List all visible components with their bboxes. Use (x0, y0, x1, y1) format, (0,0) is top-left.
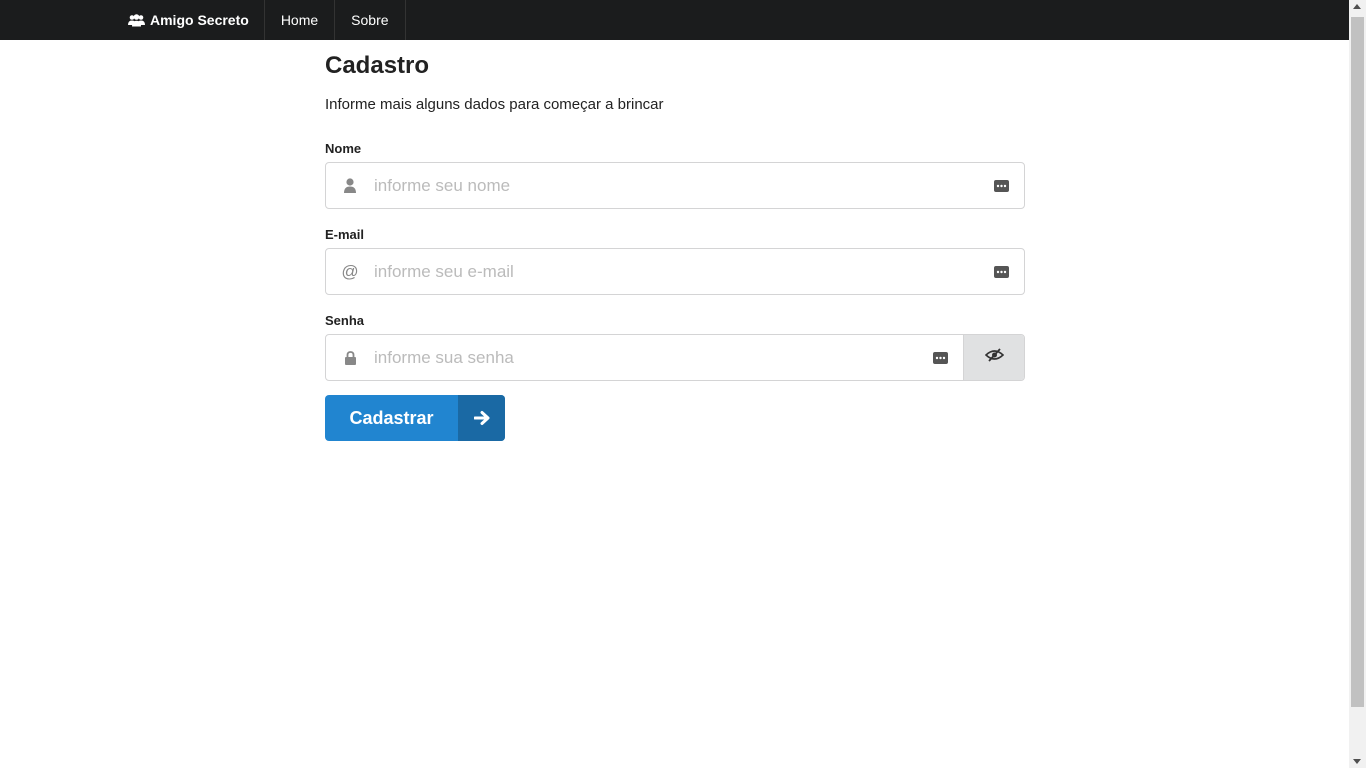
email-field: E-mail @ (325, 227, 1025, 295)
autofill-icon[interactable] (978, 179, 1024, 192)
password-label: Senha (325, 313, 365, 328)
page-subtitle: Informe mais alguns dados para começar a… (325, 96, 664, 113)
lock-icon (326, 350, 374, 365)
name-input-wrapper (325, 162, 1025, 209)
nav-item-home[interactable]: Home (265, 0, 336, 40)
nav-item-sobre[interactable]: Sobre (335, 0, 406, 40)
eye-slash-icon (984, 348, 1004, 367)
toggle-password-button[interactable] (963, 335, 1024, 380)
navbar-menu: Amigo Secreto Home Sobre (113, 0, 406, 40)
name-label: Nome (325, 141, 362, 156)
scroll-up-icon[interactable] (1353, 4, 1361, 9)
email-input[interactable] (374, 249, 978, 294)
password-input-wrapper (325, 334, 1025, 381)
user-icon (326, 178, 374, 193)
submit-label: Cadastrar (349, 407, 434, 428)
autofill-icon[interactable] (917, 351, 963, 364)
users-icon (128, 13, 145, 27)
top-navbar: Amigo Secreto Home Sobre (0, 0, 1349, 40)
submit-button[interactable]: Cadastrar (325, 395, 505, 441)
arrow-right-icon (458, 395, 505, 441)
scroll-down-icon[interactable] (1353, 759, 1361, 764)
brand-label: Amigo Secreto (150, 12, 249, 28)
signup-container: Cadastro Informe mais alguns dados para … (325, 40, 1025, 441)
page-title: Cadastro (325, 52, 430, 79)
name-field: Nome (325, 141, 1025, 209)
email-label: E-mail (325, 227, 365, 242)
password-input[interactable] (374, 335, 917, 380)
name-input[interactable] (374, 163, 978, 208)
autofill-icon[interactable] (978, 265, 1024, 278)
brand-link[interactable]: Amigo Secreto (113, 0, 265, 40)
vertical-scrollbar[interactable] (1349, 0, 1366, 768)
email-input-wrapper: @ (325, 248, 1025, 295)
at-icon: @ (341, 261, 359, 281)
scrollbar-thumb[interactable] (1351, 17, 1364, 707)
password-field: Senha (325, 313, 1025, 381)
